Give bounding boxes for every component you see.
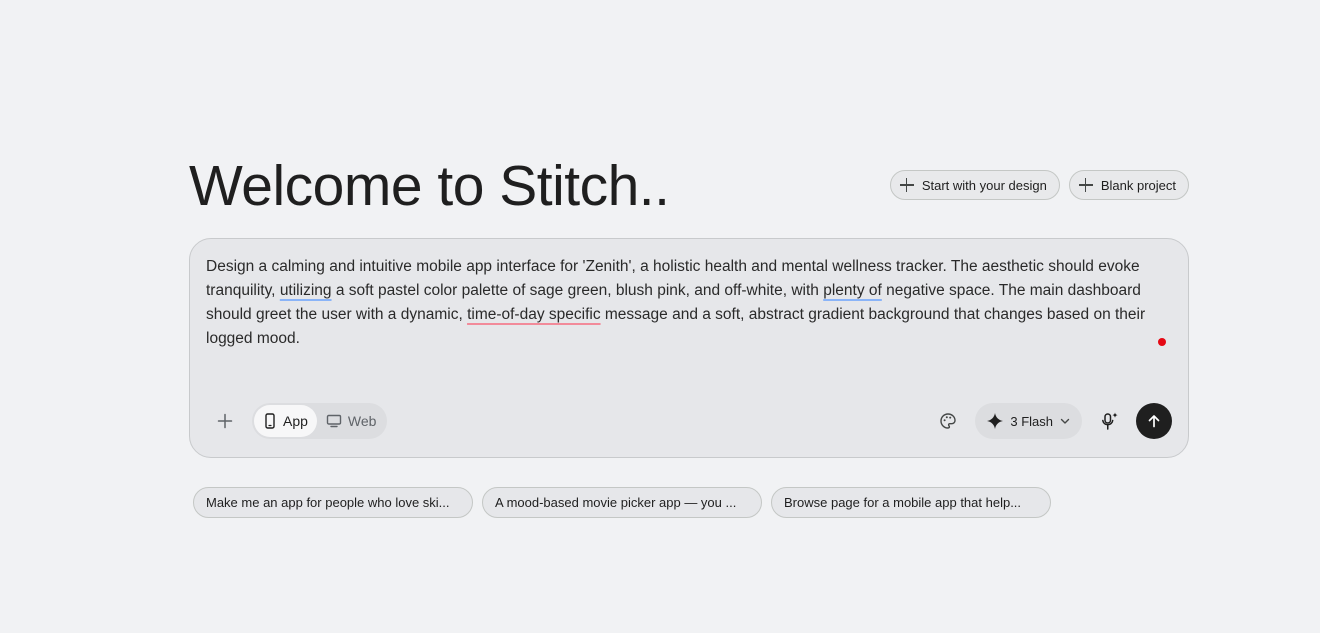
plus-icon — [899, 178, 914, 192]
blank-project-label: Blank project — [1100, 177, 1176, 193]
add-attachment-button[interactable] — [208, 404, 242, 438]
spelling-suggestion[interactable]: time-of-day specific — [467, 306, 601, 323]
grammar-suggestion[interactable]: plenty of — [823, 282, 882, 299]
recording-indicator — [1158, 338, 1166, 346]
plus-icon — [217, 413, 233, 429]
prompt-composer: Design a calming and intuitive mobile ap… — [189, 238, 1189, 458]
sparkle-icon — [987, 413, 1004, 429]
model-selector[interactable]: 3 Flash — [975, 403, 1082, 439]
blank-project-button[interactable]: Blank project — [1068, 170, 1189, 200]
mode-app-button[interactable]: App — [254, 405, 317, 437]
start-with-design-button[interactable]: Start with your design — [889, 170, 1060, 200]
mode-app-label: App — [283, 413, 308, 429]
prompt-text-part: a soft pastel color palette of sage gree… — [331, 282, 824, 299]
theme-button[interactable] — [931, 404, 965, 438]
suggestion-label: A mood-based movie picker app — you ... — [495, 495, 737, 510]
palette-icon — [940, 413, 957, 429]
chevron-down-icon — [1060, 418, 1070, 424]
arrow-up-icon — [1148, 415, 1160, 428]
composer-toolbar-right: 3 Flash — [931, 403, 1172, 439]
page-title: Welcome to Stitch.. — [189, 154, 670, 218]
mic-sparkle-icon — [1102, 412, 1118, 430]
send-button[interactable] — [1136, 403, 1172, 439]
suggestion-chip[interactable]: Make me an app for people who love ski..… — [193, 487, 473, 518]
model-label: 3 Flash — [1010, 413, 1053, 429]
phone-icon — [265, 413, 275, 429]
suggestion-chips: Make me an app for people who love ski..… — [193, 487, 1051, 518]
suggestion-label: Browse page for a mobile app that help..… — [784, 495, 1022, 510]
prompt-input[interactable]: Design a calming and intuitive mobile ap… — [206, 255, 1174, 351]
suggestion-chip[interactable]: A mood-based movie picker app — you ... — [482, 487, 762, 518]
top-actions: Start with your design Blank project — [889, 170, 1189, 200]
mode-web-label: Web — [347, 413, 377, 429]
monitor-icon — [326, 414, 342, 428]
composer-toolbar-left: App Web — [208, 403, 388, 439]
plus-icon — [1078, 178, 1093, 192]
platform-toggle: App Web — [252, 403, 388, 439]
suggestion-label: Make me an app for people who love ski..… — [206, 495, 450, 510]
mode-web-button[interactable]: Web — [317, 405, 386, 437]
suggestion-chip[interactable]: Browse page for a mobile app that help..… — [771, 487, 1051, 518]
grammar-suggestion[interactable]: utilizing — [280, 282, 332, 299]
stitch-home: Welcome to Stitch.. Start with your desi… — [0, 0, 1320, 633]
voice-input-button[interactable] — [1092, 404, 1126, 438]
start-with-design-label: Start with your design — [921, 177, 1047, 193]
